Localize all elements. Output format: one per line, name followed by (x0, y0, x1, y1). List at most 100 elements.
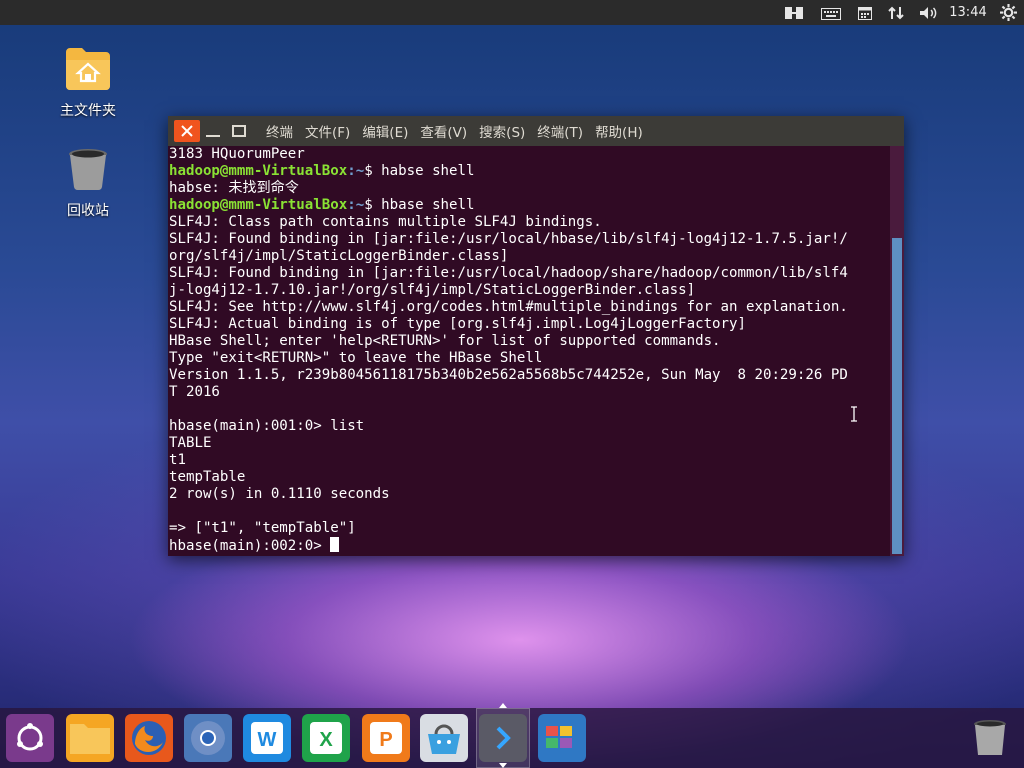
terminal-line: T 2016 (168, 384, 890, 401)
maximize-icon (232, 125, 246, 137)
menu-bar: 终端 文件(F) 编辑(E) 查看(V) 搜索(S) 终端(T) 帮助(H) (266, 121, 655, 141)
menu-help[interactable]: 帮助(H) (595, 121, 643, 141)
terminal-line-text: hbase(main):001:0> list (169, 418, 365, 434)
maximize-button[interactable] (226, 120, 252, 142)
keyboard-icon[interactable] (818, 0, 844, 25)
terminal-line: Version 1.1.5, r239b80456118175b340b2e56… (168, 367, 890, 384)
dock-item-wps-presentation[interactable]: P (362, 714, 410, 762)
ubuntu-dash-icon (17, 723, 43, 751)
close-button[interactable] (174, 120, 200, 142)
dock-item-ubuntu-dash[interactable] (6, 714, 54, 762)
desktop-icon-label: 主文件夹 (60, 103, 116, 119)
terminal-line-text: $ habse shell (364, 163, 475, 179)
terminal-line-text: $ hbase shell (364, 197, 475, 213)
minimize-icon (206, 135, 220, 137)
scrollbar[interactable] (890, 146, 904, 556)
transfer-icon[interactable] (884, 0, 908, 25)
terminal-line: tempTable (168, 469, 890, 486)
menu-search[interactable]: 搜索(S) (479, 121, 525, 141)
terminal-line-text: HBase Shell; enter 'help<RETURN>' for li… (169, 333, 721, 349)
terminal-line: hadoop@mmm-VirtualBox:~$ hbase shell (168, 197, 890, 214)
terminal-line: 2 row(s) in 0.1110 seconds (168, 486, 890, 503)
trash-dock-icon (974, 720, 1006, 755)
terminal-line: t1 (168, 452, 890, 469)
terminal-line-text: => ["t1", "tempTable"] (169, 520, 356, 536)
terminal-output[interactable]: 3183 HQuorumPeer hadoop@mmm-VirtualBox:~$… (168, 146, 890, 556)
network-icon[interactable] (780, 0, 808, 25)
terminal-line: SLF4J: See http://www.slf4j.org/codes.ht… (168, 299, 890, 316)
terminal-line-text: SLF4J: Found binding in [jar:file:/usr/l… (169, 231, 848, 247)
terminal-line-text: habse: 未找到命令 (169, 180, 299, 196)
terminal-line: SLF4J: Actual binding is of type [org.sl… (168, 316, 890, 333)
dock-item-workspace-switcher[interactable] (538, 714, 586, 762)
dock-item-trash-dock[interactable] (966, 714, 1014, 762)
dock-item-software-center[interactable] (420, 714, 468, 762)
terminal-line: TABLE (168, 435, 890, 452)
workspace-switcher-icon (546, 726, 572, 748)
volume-icon[interactable] (914, 0, 942, 25)
terminal-line-text: SLF4J: Found binding in [jar:file:/usr/l… (169, 265, 848, 281)
clock[interactable]: 13:44 (948, 0, 988, 25)
terminal-line: hadoop@mmm-VirtualBox:~$ habse shell (168, 163, 890, 180)
firefox-icon (132, 721, 166, 755)
prompt-user: hadoop@mmm-VirtualBox (169, 163, 348, 179)
terminal-line-text: T 2016 (169, 384, 220, 400)
terminal-window[interactable]: 终端 文件(F) 编辑(E) 查看(V) 搜索(S) 终端(T) 帮助(H) 3… (168, 116, 904, 556)
dock-active-arrow-top (499, 703, 507, 708)
minimize-button[interactable] (200, 120, 226, 142)
menu-terminal[interactable]: 终端(T) (537, 121, 583, 141)
terminal-line: SLF4J: Found binding in [jar:file:/usr/l… (168, 265, 890, 282)
prompt-path: :~ (347, 163, 365, 179)
terminal-line-text: j-log4j12-1.7.10.jar!/org/slf4j/impl/Sta… (169, 282, 696, 298)
terminal-line-text: SLF4J: Class path contains multiple SLF4… (169, 214, 602, 230)
desktop-icon-label: 回收站 (67, 203, 109, 219)
terminal-line: hbase(main):002:0> (168, 537, 890, 554)
menu-file[interactable]: 文件(F) (305, 121, 350, 141)
terminal-line-text: t1 (169, 452, 186, 468)
terminal-line: HBase Shell; enter 'help<RETURN>' for li… (168, 333, 890, 350)
terminal-titlebar[interactable]: 终端 文件(F) 编辑(E) 查看(V) 搜索(S) 终端(T) 帮助(H) (168, 116, 904, 146)
top-panel: 13:44 (0, 0, 1024, 25)
terminal-line-text: Type "exit<RETURN>" to leave the HBase S… (169, 350, 543, 366)
dock-item-chromium[interactable] (184, 714, 232, 762)
dock-item-wps-spreadsheet[interactable]: X (302, 714, 350, 762)
wps-spreadsheet-icon: X (310, 722, 342, 754)
terminal-line: habse: 未找到命令 (168, 180, 890, 197)
desktop-icon-home[interactable]: 主文件夹 (48, 46, 128, 120)
settings-gear-icon[interactable] (996, 0, 1020, 25)
scrollbar-thumb[interactable] (892, 238, 902, 554)
dock-item-files-folder[interactable] (66, 714, 114, 762)
terminal-line-text: SLF4J: Actual binding is of type [org.sl… (169, 316, 746, 332)
terminal-line-text: tempTable (169, 469, 246, 485)
terminal-app-icon (496, 726, 511, 750)
wps-writer-icon: W (251, 722, 283, 754)
terminal-line: org/slf4j/impl/StaticLoggerBinder.class] (168, 248, 890, 265)
software-center-icon (428, 724, 460, 754)
wps-presentation-icon: P (370, 722, 402, 754)
terminal-line: SLF4J: Class path contains multiple SLF4… (168, 214, 890, 231)
terminal-line-text: org/slf4j/impl/StaticLoggerBinder.class] (169, 248, 509, 264)
dock: WXP (0, 703, 1024, 768)
menu-view[interactable]: 查看(V) (420, 121, 467, 141)
menu-terminal-title[interactable]: 终端 (266, 121, 293, 141)
svg-text:X: X (319, 729, 333, 751)
terminal-cursor (330, 537, 340, 552)
dock-item-wps-writer[interactable]: W (243, 714, 291, 762)
svg-text:W: W (258, 729, 277, 751)
terminal-line-text: TABLE (169, 435, 212, 451)
prompt-path: :~ (347, 197, 365, 213)
terminal-line: j-log4j12-1.7.10.jar!/org/slf4j/impl/Sta… (168, 282, 890, 299)
dock-active-arrow-bottom (499, 763, 507, 768)
dock-item-firefox[interactable] (125, 714, 173, 762)
desktop-icon-trash[interactable]: 回收站 (48, 146, 128, 220)
terminal-line: SLF4J: Found binding in [jar:file:/usr/l… (168, 231, 890, 248)
terminal-line: hbase(main):001:0> list (168, 418, 890, 435)
calendar-icon[interactable] (852, 0, 878, 25)
dock-item-terminal-app[interactable] (479, 714, 527, 762)
svg-text:P: P (379, 729, 392, 751)
home-folder-icon (66, 48, 110, 90)
menu-edit[interactable]: 编辑(E) (362, 121, 408, 141)
terminal-line-text: SLF4J: See http://www.slf4j.org/codes.ht… (169, 299, 848, 315)
